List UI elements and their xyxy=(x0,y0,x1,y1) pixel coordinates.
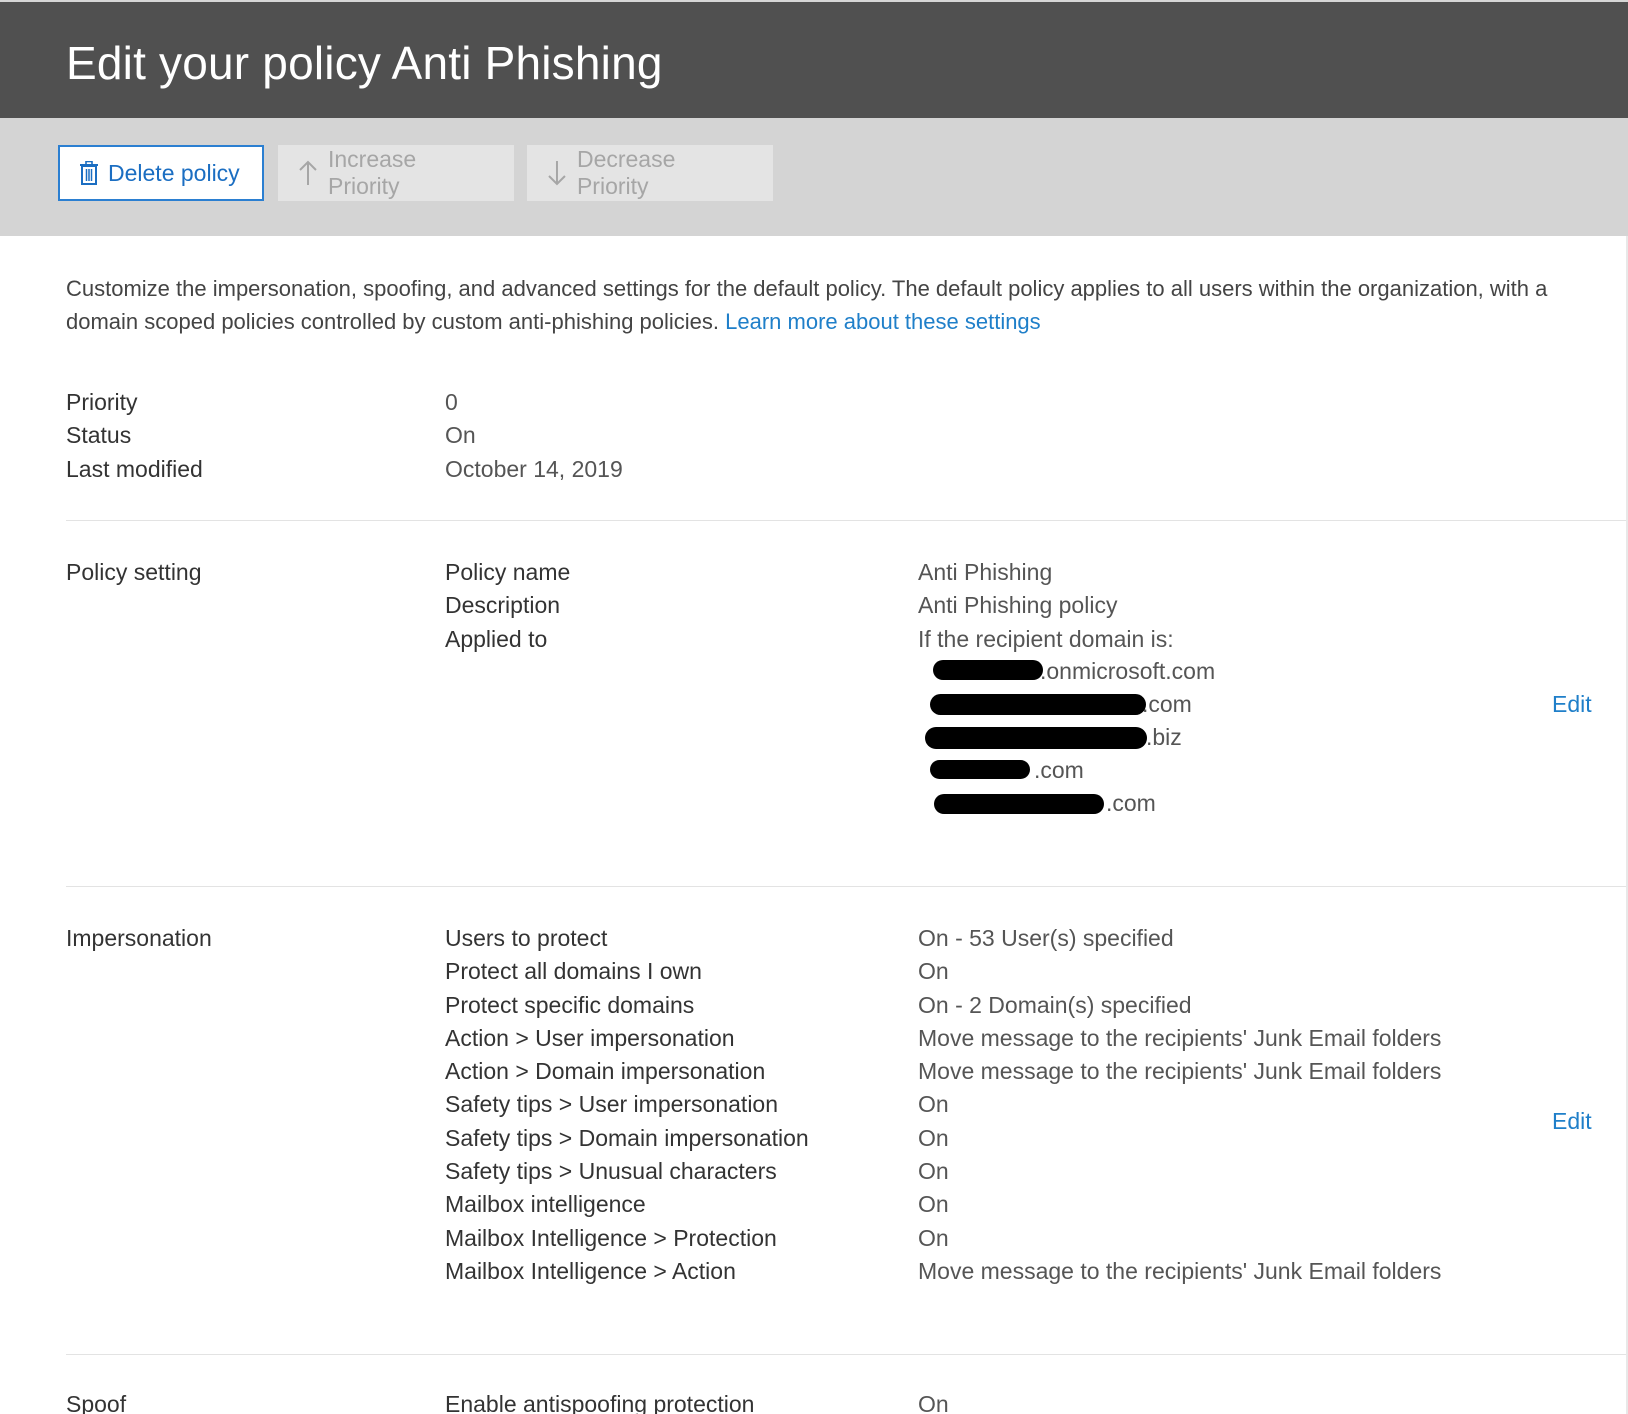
section-divider xyxy=(66,520,1628,521)
impersonation-edit-link[interactable]: Edit xyxy=(1552,1105,1592,1138)
setting-label: Users to protect xyxy=(445,925,608,951)
redaction-mark xyxy=(934,794,1104,814)
policy-setting-labels: Policy name Description Applied to xyxy=(445,556,570,656)
setting-value: Move message to the recipients' Junk Ema… xyxy=(918,1024,1442,1051)
setting-value: On xyxy=(918,1391,949,1414)
last-modified-value: October 14, 2019 xyxy=(445,455,623,482)
policy-setting-section-title: Policy setting xyxy=(66,559,202,585)
decrease-priority-button[interactable]: Decrease Priority xyxy=(527,145,773,201)
description-value: Anti Phishing policy xyxy=(918,592,1118,619)
page-title: Edit your policy Anti Phishing xyxy=(66,37,663,89)
setting-label: Mailbox Intelligence > Protection xyxy=(445,1224,777,1251)
delete-policy-button[interactable]: Delete policy xyxy=(58,145,264,201)
setting-value: On xyxy=(918,1224,949,1251)
increase-priority-button[interactable]: Increase Priority xyxy=(278,145,514,201)
toolbar: Delete policy Increase Priority Decrease… xyxy=(0,118,1628,236)
domain-item: .com xyxy=(1142,691,1192,717)
intro-text: Customize the impersonation, spoofing, a… xyxy=(66,272,1626,338)
intro-line-1: Customize the impersonation, spoofing, a… xyxy=(66,276,1548,301)
setting-value: On - 2 Domain(s) specified xyxy=(918,991,1192,1018)
decrease-priority-label: Decrease Priority xyxy=(576,146,676,199)
summary-labels: Priority Status Last modified xyxy=(66,386,203,486)
trash-icon xyxy=(80,161,98,185)
setting-label: Safety tips > User impersonation xyxy=(445,1091,779,1118)
applied-to-value: If the recipient domain is: xyxy=(918,625,1174,652)
setting-label: Mailbox intelligence xyxy=(445,1191,646,1218)
domain-item: .onmicrosoft.com xyxy=(1040,658,1216,684)
setting-label: Protect all domains I own xyxy=(445,958,702,985)
setting-label: Enable antispoofing protection xyxy=(445,1391,755,1414)
policy-setting-values: Anti Phishing Anti Phishing policy If th… xyxy=(918,556,1174,656)
setting-label: Safety tips > Domain impersonation xyxy=(445,1124,809,1151)
setting-value: On - 53 User(s) specified xyxy=(918,925,1174,951)
policy-name-value: Anti Phishing xyxy=(918,559,1053,585)
setting-value: On xyxy=(918,958,949,985)
section-divider xyxy=(66,1354,1628,1355)
spoof-section-title: Spoof xyxy=(66,1391,127,1414)
arrow-down-icon xyxy=(548,161,566,186)
learn-more-link[interactable]: Learn more about these settings xyxy=(725,309,1041,334)
priority-value: 0 xyxy=(445,389,458,415)
setting-value: On xyxy=(918,1191,949,1218)
priority-label: Priority xyxy=(66,389,138,415)
description-label: Description xyxy=(445,592,561,619)
impersonation-values: On - 53 User(s) specified On On - 2 Doma… xyxy=(918,922,1441,1288)
setting-value: On xyxy=(918,1158,949,1185)
last-modified-label: Last modified xyxy=(66,455,203,482)
applied-to-label: Applied to xyxy=(445,625,548,652)
domain-item: .com xyxy=(1034,757,1084,783)
section-divider xyxy=(66,886,1628,887)
redaction-mark xyxy=(925,727,1147,749)
arrow-up-icon xyxy=(299,160,317,185)
domain-item: .biz xyxy=(1146,724,1182,750)
setting-label: Safety tips > Unusual characters xyxy=(445,1158,777,1185)
intro-line-2: domain scoped policies controlled by cus… xyxy=(66,309,726,334)
policy-setting-edit-link[interactable]: Edit xyxy=(1552,688,1592,721)
redaction-mark xyxy=(930,760,1030,779)
setting-value: Move message to the recipients' Junk Ema… xyxy=(918,1257,1442,1284)
setting-label: Mailbox Intelligence > Action xyxy=(445,1257,736,1284)
setting-value: On xyxy=(918,1124,949,1151)
policy-name-label: Policy name xyxy=(445,559,571,585)
setting-label: Action > Domain impersonation xyxy=(445,1058,766,1085)
status-value: On xyxy=(445,422,476,449)
setting-label: Action > User impersonation xyxy=(445,1024,735,1051)
impersonation-labels: Users to protect Protect all domains I o… xyxy=(445,922,809,1288)
setting-label: Protect specific domains xyxy=(445,991,695,1018)
delete-policy-label: Delete policy xyxy=(108,159,240,186)
impersonation-section-title: Impersonation xyxy=(66,925,212,951)
increase-priority-label: Increase Priority xyxy=(327,146,417,199)
status-label: Status xyxy=(66,422,132,449)
summary-values: 0 On October 14, 2019 xyxy=(445,386,623,486)
setting-value: On xyxy=(918,1091,949,1118)
redaction-mark xyxy=(933,660,1043,680)
page-header: Edit your policy Anti Phishing xyxy=(0,0,1628,118)
domain-item: .com xyxy=(1106,790,1156,816)
setting-value: Move message to the recipients' Junk Ema… xyxy=(918,1058,1442,1085)
redaction-mark xyxy=(930,694,1146,715)
